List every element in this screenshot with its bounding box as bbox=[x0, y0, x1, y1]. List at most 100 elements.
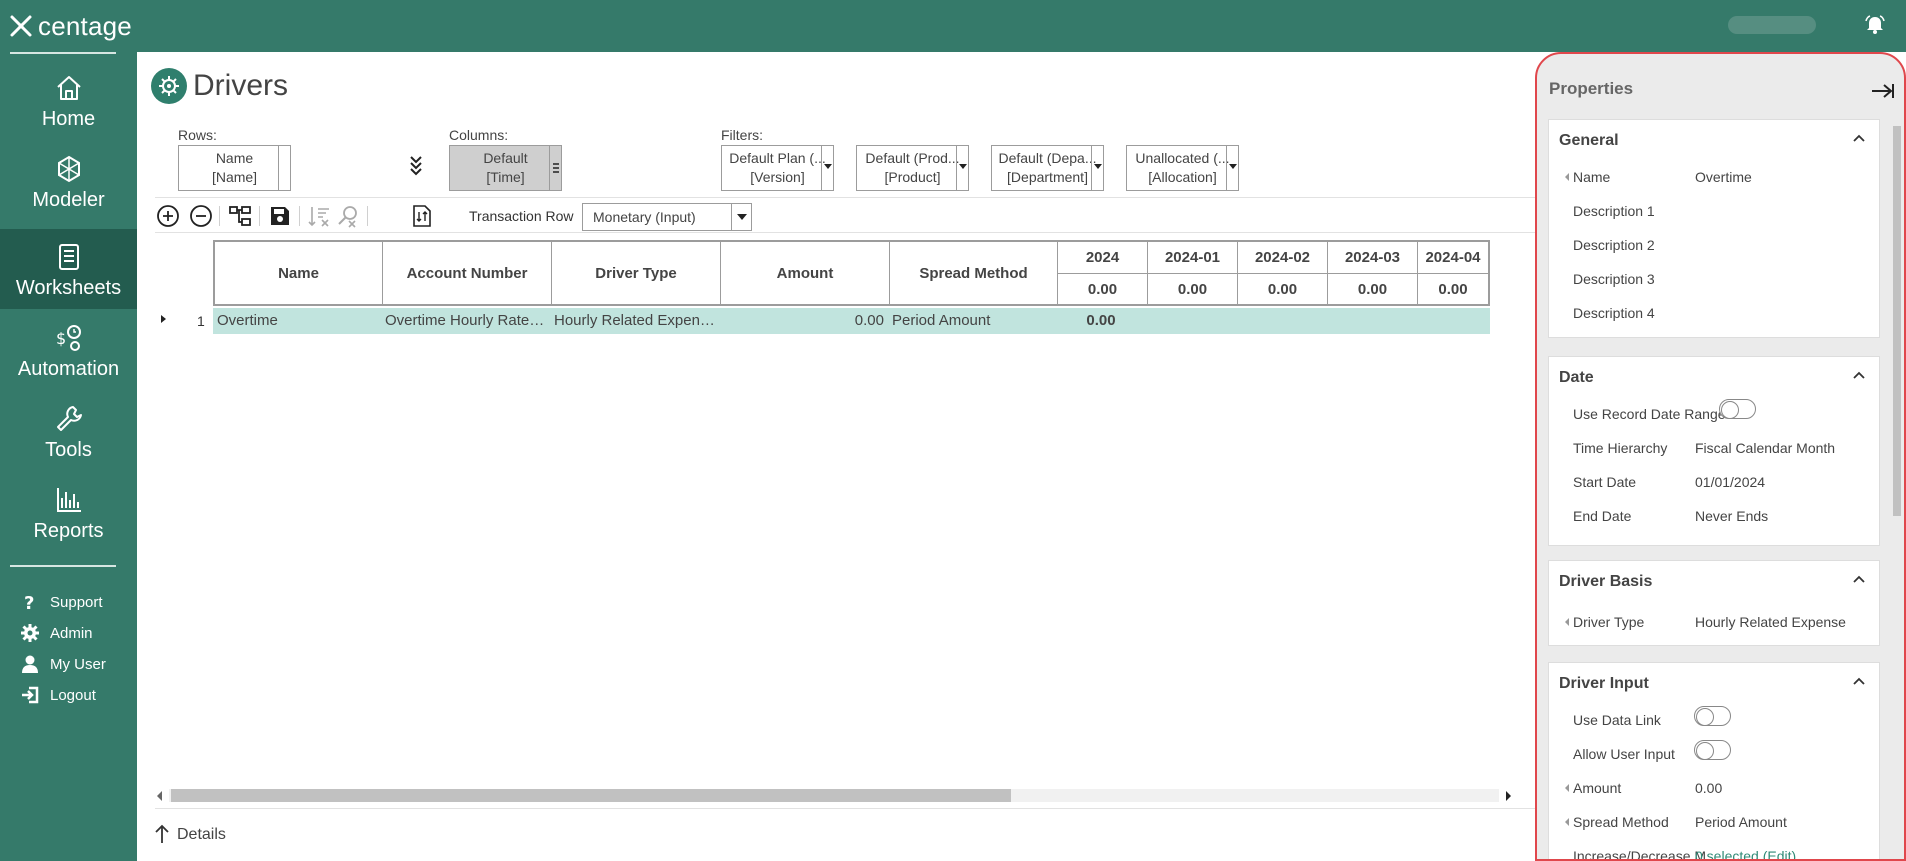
toolbar-separator bbox=[259, 206, 260, 226]
nav-item-home[interactable]: Home bbox=[0, 60, 137, 140]
arrow-up-icon[interactable] bbox=[155, 824, 169, 844]
expand-caret-icon[interactable] bbox=[1565, 818, 1569, 826]
column-header-driver-type[interactable]: Driver Type bbox=[552, 242, 721, 304]
filter-product[interactable]: Default (Prod... [Product] bbox=[856, 145, 969, 191]
chevron-up-icon[interactable] bbox=[1853, 134, 1865, 142]
filter-department[interactable]: Default (Depa... [Department] bbox=[991, 145, 1104, 191]
details-label: Details bbox=[177, 826, 226, 843]
column-header-amount[interactable]: Amount bbox=[721, 242, 890, 304]
period-total-2024-03: 0.00 bbox=[1328, 273, 1418, 304]
date-section-title: Date bbox=[1559, 369, 1594, 386]
allow-user-input-toggle[interactable] bbox=[1694, 740, 1731, 760]
prop-row-driver-type[interactable]: Driver Type Hourly Related Expense bbox=[1549, 611, 1879, 633]
prop-row-description-3[interactable]: Description 3 bbox=[1549, 268, 1879, 290]
prop-label: Driver Type bbox=[1573, 614, 1645, 630]
edit-selection-link[interactable]: 0 selected (Edit) bbox=[1695, 848, 1796, 859]
scroll-left-icon[interactable] bbox=[155, 790, 165, 802]
filter-version-caret[interactable] bbox=[821, 146, 833, 190]
table-row[interactable]: Overtime Overtime Hourly Rate (... Hourl… bbox=[213, 308, 1490, 334]
worksheets-icon bbox=[58, 244, 79, 270]
double-chevron-down-icon[interactable] bbox=[409, 156, 423, 176]
scroll-right-icon[interactable] bbox=[1503, 790, 1513, 802]
rows-dimension-line1: Name bbox=[215, 150, 254, 166]
rows-dimension-name[interactable]: Name [Name] bbox=[178, 145, 291, 191]
columns-dimension-line1: Default bbox=[483, 150, 528, 166]
prop-value[interactable]: 0.00 bbox=[1695, 780, 1722, 796]
chevron-up-icon[interactable] bbox=[1853, 575, 1865, 583]
cell-spread-method[interactable]: Period Amount bbox=[888, 308, 1056, 334]
collapse-panel-icon[interactable] bbox=[1871, 82, 1895, 100]
cell-name[interactable]: Overtime bbox=[213, 308, 381, 334]
filter-version[interactable]: Default Plan (... [Version] bbox=[721, 145, 834, 191]
period-header-2024-01[interactable]: 2024-01 bbox=[1148, 242, 1238, 273]
row-expand-caret-icon[interactable] bbox=[160, 314, 168, 324]
prop-value[interactable]: Overtime bbox=[1695, 169, 1752, 185]
filter-allocation-caret[interactable] bbox=[1226, 146, 1238, 190]
cell-account-number[interactable]: Overtime Hourly Rate (... bbox=[381, 308, 550, 334]
rows-dimension-handle[interactable] bbox=[278, 146, 290, 190]
column-header-account-number[interactable]: Account Number bbox=[383, 242, 552, 304]
nav-item-admin[interactable]: Admin bbox=[20, 622, 93, 644]
filter-department-caret[interactable] bbox=[1091, 146, 1103, 190]
filter-allocation[interactable]: Unallocated (... [Allocation] bbox=[1126, 145, 1239, 191]
expand-caret-icon[interactable] bbox=[1565, 173, 1569, 181]
nav-item-my-user[interactable]: My User bbox=[20, 653, 106, 675]
scrollbar-thumb[interactable] bbox=[1893, 126, 1901, 516]
user-name-blurred[interactable] bbox=[1728, 16, 1816, 34]
filter-product-caret[interactable] bbox=[956, 146, 968, 190]
nav-item-logout[interactable]: Logout bbox=[20, 684, 96, 706]
nav-item-worksheets[interactable]: Worksheets bbox=[0, 229, 137, 309]
nav-item-automation[interactable]: $ Automation bbox=[0, 310, 137, 390]
horizontal-scrollbar[interactable] bbox=[155, 785, 1516, 803]
notifications-bell-icon[interactable] bbox=[1864, 14, 1886, 36]
prop-row-name[interactable]: Name Overtime bbox=[1549, 166, 1879, 188]
prop-value[interactable]: Hourly Related Expense bbox=[1695, 614, 1846, 630]
remove-row-icon[interactable] bbox=[188, 203, 214, 229]
period-header-2024-03[interactable]: 2024-03 bbox=[1328, 242, 1418, 273]
nav-item-support[interactable]: ? Support bbox=[20, 591, 103, 613]
chevron-up-icon[interactable] bbox=[1853, 371, 1865, 379]
prop-row-start-date[interactable]: Start Date 01/01/2024 bbox=[1549, 471, 1879, 493]
prop-row-description-1[interactable]: Description 1 bbox=[1549, 200, 1879, 222]
expand-caret-icon[interactable] bbox=[1565, 784, 1569, 792]
columns-dimension-time[interactable]: Default [Time] bbox=[449, 145, 562, 191]
prop-row-description-4[interactable]: Description 4 bbox=[1549, 302, 1879, 324]
period-header-2024[interactable]: 2024 bbox=[1058, 242, 1148, 273]
save-icon[interactable] bbox=[267, 203, 293, 229]
column-header-name[interactable]: Name bbox=[215, 242, 383, 304]
app-logo[interactable]: centage bbox=[8, 10, 132, 42]
use-data-link-toggle[interactable] bbox=[1694, 706, 1731, 726]
prop-value[interactable]: Period Amount bbox=[1695, 814, 1787, 830]
prop-row-description-2[interactable]: Description 2 bbox=[1549, 234, 1879, 256]
period-header-2024-04[interactable]: 2024-04 bbox=[1418, 242, 1488, 273]
prop-row-end-date[interactable]: End Date Never Ends bbox=[1549, 505, 1879, 527]
prop-value[interactable]: 01/01/2024 bbox=[1695, 474, 1765, 490]
prop-value[interactable]: Fiscal Calendar Month bbox=[1695, 440, 1835, 456]
prop-row-increase-decrease[interactable]: Increase/Decrease M... 0 selected (Edit) bbox=[1549, 845, 1879, 859]
prop-row-time-hierarchy[interactable]: Time Hierarchy Fiscal Calendar Month bbox=[1549, 437, 1879, 459]
cell-driver-type[interactable]: Hourly Related Expense bbox=[550, 308, 719, 334]
nav-item-tools[interactable]: Tools bbox=[0, 391, 137, 471]
details-bar[interactable]: Details bbox=[155, 808, 1535, 861]
properties-scrollbar[interactable] bbox=[1892, 126, 1902, 859]
menu-lines-icon bbox=[552, 163, 559, 173]
nav-item-modeler[interactable]: Modeler bbox=[0, 141, 137, 221]
hierarchy-icon[interactable] bbox=[227, 203, 253, 229]
nav-item-reports[interactable]: Reports bbox=[0, 472, 137, 552]
expand-caret-icon[interactable] bbox=[1565, 618, 1569, 626]
cell-period-2024[interactable]: 0.00 bbox=[1056, 308, 1146, 334]
add-row-icon[interactable] bbox=[155, 203, 181, 229]
period-header-2024-02[interactable]: 2024-02 bbox=[1238, 242, 1328, 273]
column-header-spread-method[interactable]: Spread Method bbox=[890, 242, 1058, 304]
use-record-date-range-toggle[interactable] bbox=[1719, 399, 1756, 419]
cell-amount[interactable]: 0.00 bbox=[719, 308, 888, 334]
chevron-down-icon[interactable] bbox=[731, 204, 751, 230]
transaction-row-select[interactable]: Monetary (Input) bbox=[582, 203, 752, 231]
prop-value[interactable]: Never Ends bbox=[1695, 508, 1768, 524]
scrollbar-thumb[interactable] bbox=[171, 789, 1011, 802]
columns-dimension-handle[interactable] bbox=[549, 146, 561, 190]
chevron-up-icon[interactable] bbox=[1853, 677, 1865, 685]
prop-row-spread-method[interactable]: Spread Method Period Amount bbox=[1549, 811, 1879, 833]
prop-row-amount[interactable]: Amount 0.00 bbox=[1549, 777, 1879, 799]
transaction-swap-icon[interactable] bbox=[409, 203, 435, 229]
